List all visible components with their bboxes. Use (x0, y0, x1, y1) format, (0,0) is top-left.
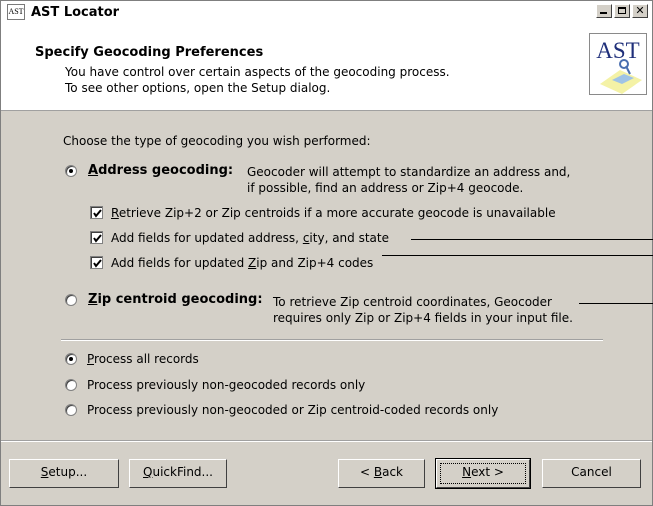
close-icon: ✕ (635, 4, 645, 17)
process-non-geocoded-radio[interactable] (65, 379, 77, 391)
add-address-fields-checkbox[interactable] (90, 231, 103, 244)
minimize-button[interactable] (596, 4, 612, 18)
process-non-geocoded-label[interactable]: Process previously non-geocoded records … (87, 378, 365, 392)
window-title: AST Locator (31, 4, 120, 20)
zip-centroid-geocoding-label[interactable]: Zip centroid geocoding: (88, 292, 263, 307)
title-bar[interactable]: AST AST Locator ✕ (1, 1, 652, 23)
logo-text: AST (596, 38, 640, 63)
connector-line (382, 255, 653, 256)
address-geocoding-desc-line1: Geocoder will attempt to standardize an … (247, 165, 571, 179)
maximize-button[interactable] (614, 4, 630, 18)
checkmark-icon (93, 234, 102, 243)
add-address-fields-label[interactable]: Add fields for updated address, city, an… (111, 231, 389, 245)
process-non-geocoded-or-zip-radio[interactable] (65, 404, 77, 416)
process-all-records-radio[interactable] (65, 353, 77, 365)
button-bar-divider (1, 440, 652, 442)
geocoding-prompt: Choose the type of geocoding you wish pe… (63, 134, 371, 148)
connector-line (579, 303, 653, 304)
minimize-icon (600, 12, 607, 14)
address-geocoding-desc-line2: if possible, find an address or Zip+4 ge… (247, 181, 524, 195)
retrieve-zip-centroids-label[interactable]: Retrieve Zip+2 or Zip centroids if a mor… (111, 206, 556, 220)
back-button[interactable]: < Back (338, 459, 425, 488)
zip-centroid-desc-line1: To retrieve Zip centroid coordinates, Ge… (273, 295, 552, 309)
maximize-icon (618, 7, 626, 14)
cancel-button[interactable]: Cancel (542, 459, 641, 488)
section-divider (61, 339, 603, 341)
app-icon: AST (7, 4, 25, 20)
add-zip-fields-label[interactable]: Add fields for updated Zip and Zip+4 cod… (111, 256, 373, 270)
ast-locator-window: AST AST Locator ✕ Specify Geocoding Pref… (0, 0, 653, 506)
address-geocoding-radio[interactable] (65, 165, 77, 177)
window-controls: ✕ (596, 4, 648, 18)
checkmark-icon (93, 209, 102, 218)
focus-rectangle (440, 463, 526, 484)
page-title: Specify Geocoding Preferences (35, 45, 264, 60)
setup-button[interactable]: Setup... (9, 459, 119, 488)
close-button[interactable]: ✕ (632, 4, 648, 18)
next-button[interactable]: Next > (435, 458, 531, 489)
add-zip-fields-checkbox[interactable] (90, 256, 103, 269)
connector-line (411, 239, 653, 240)
process-non-geocoded-or-zip-label[interactable]: Process previously non-geocoded or Zip c… (87, 403, 498, 417)
checkmark-icon (93, 259, 102, 268)
wizard-header: Specify Geocoding Preferences You have c… (1, 23, 652, 111)
ast-logo: AST (589, 33, 647, 95)
address-geocoding-label[interactable]: Address geocoding: (88, 163, 233, 178)
process-all-records-label[interactable]: Process all records (87, 352, 199, 366)
header-description-line1: You have control over certain aspects of… (65, 65, 450, 79)
retrieve-zip-centroids-checkbox[interactable] (90, 206, 103, 219)
zip-centroid-geocoding-radio[interactable] (65, 294, 77, 306)
quickfind-button[interactable]: QuickFind... (129, 459, 227, 488)
zip-centroid-desc-line2: requires only Zip or Zip+4 fields in you… (273, 311, 573, 325)
header-description-line2: To see other options, open the Setup dia… (65, 81, 331, 95)
